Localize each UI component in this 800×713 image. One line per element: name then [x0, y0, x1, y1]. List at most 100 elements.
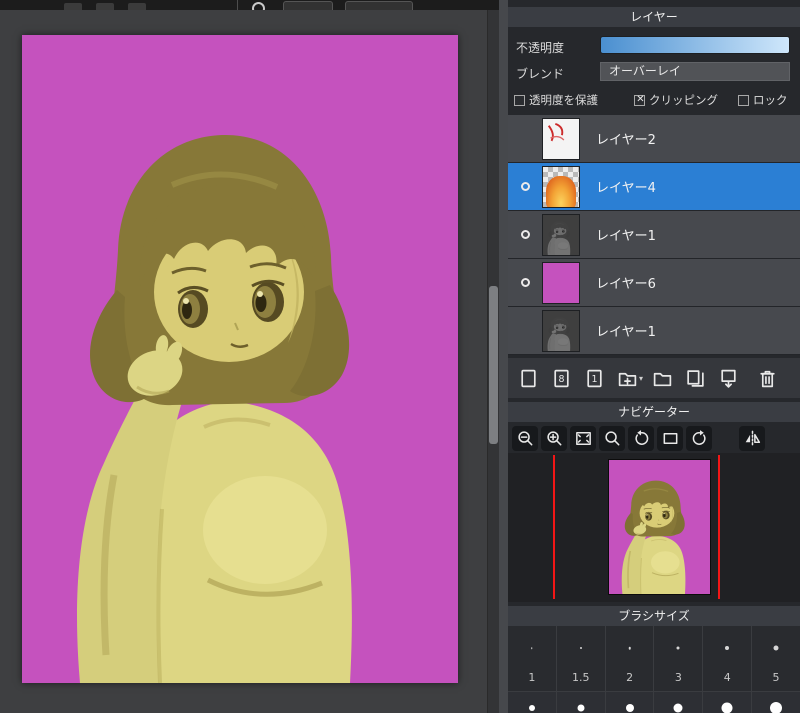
- layer-thumbnail[interactable]: [542, 261, 580, 304]
- viewport-frame-right-edge: [718, 455, 720, 599]
- rotate-right-button[interactable]: [686, 426, 712, 451]
- layer-name: レイヤー6: [596, 277, 656, 292]
- toolbar-button-partial[interactable]: [345, 1, 413, 10]
- scrollbar-thumb[interactable]: [489, 286, 498, 444]
- folder-button[interactable]: [649, 365, 676, 392]
- toolbar-icon-partial[interactable]: [96, 3, 114, 10]
- layer-list: レイヤー2 レイヤー4 レイヤー1 レイヤー6 レイヤー1: [508, 115, 800, 356]
- panel-splitter[interactable]: [499, 0, 508, 713]
- clipping-checkbox[interactable]: [634, 94, 646, 106]
- layer-toolbar: 8 1 ▾: [508, 358, 800, 398]
- brush-dot: [673, 703, 683, 713]
- blend-label: ブレンド: [516, 67, 565, 81]
- layer-thumbnail[interactable]: [542, 213, 580, 256]
- add-folder-button[interactable]: ▾: [614, 365, 643, 392]
- brush-dot: [625, 704, 634, 712]
- protect-alpha-checkbox[interactable]: [514, 94, 525, 106]
- brush-dot: [577, 704, 585, 712]
- orange-paint-blob: [546, 175, 576, 207]
- layer-thumbnail[interactable]: [542, 165, 580, 208]
- layer-row[interactable]: レイヤー2: [508, 115, 800, 163]
- chevron-down-icon: ▾: [639, 373, 644, 383]
- brush-size-cell[interactable]: 3: [654, 626, 704, 692]
- zoom-in-button[interactable]: [541, 426, 567, 451]
- brush-size-cell[interactable]: 5: [752, 626, 800, 692]
- layer-thumbnail[interactable]: [542, 309, 580, 352]
- brush-size-cell[interactable]: [605, 692, 655, 713]
- lock-checkbox-group[interactable]: ロック: [738, 92, 788, 108]
- layer-thumbnail[interactable]: [542, 117, 580, 160]
- layer-visibility-toggle[interactable]: [508, 278, 542, 287]
- viewport-frame-left-edge: [553, 455, 555, 599]
- layer-row[interactable]: レイヤー1: [508, 307, 800, 355]
- brush-size-label: 4: [723, 671, 731, 684]
- brush-size-grid: 1 1.5 2 3 4 5: [508, 626, 800, 713]
- brush-size-label: 1: [528, 671, 536, 684]
- info-icon[interactable]: [252, 2, 265, 10]
- brush-size-label: 5: [772, 671, 780, 684]
- brush-size-cell[interactable]: 4: [703, 626, 753, 692]
- protect-alpha-checkbox-group[interactable]: 透明度を保護: [514, 92, 598, 108]
- rotate-left-button[interactable]: [628, 426, 654, 451]
- brush-dot: [628, 646, 631, 650]
- toolbar-button-partial[interactable]: [283, 1, 333, 10]
- zoom-100-button[interactable]: [599, 426, 625, 451]
- canvas-viewport[interactable]: [0, 10, 487, 713]
- fit-window-button[interactable]: [570, 426, 596, 451]
- layer-row[interactable]: レイヤー4: [508, 163, 800, 211]
- canvas-artwork[interactable]: [22, 35, 458, 683]
- brush-size-label: 1.5: [571, 671, 590, 684]
- flip-horizontal-button[interactable]: [739, 426, 765, 451]
- toolbar-icon-partial[interactable]: [128, 3, 146, 10]
- brush-size-cell[interactable]: 1.5: [556, 626, 606, 692]
- brush-size-cell[interactable]: [752, 692, 800, 713]
- rotate-reset-button[interactable]: [657, 426, 683, 451]
- blend-mode-select[interactable]: オーバーレイ: [600, 62, 790, 81]
- layer-name: レイヤー1: [596, 229, 656, 244]
- top-toolbar: [0, 0, 508, 10]
- eye-icon: [520, 278, 530, 287]
- brush-dot: [773, 645, 779, 651]
- delete-layer-button[interactable]: [754, 365, 781, 392]
- new-8bit-layer-button[interactable]: 8: [548, 365, 575, 392]
- layer-name: レイヤー2: [596, 133, 656, 148]
- brush-dot: [725, 646, 730, 650]
- opacity-label: 不透明度: [516, 41, 565, 55]
- brush-size-cell[interactable]: [654, 692, 704, 713]
- new-layer-button[interactable]: [515, 365, 542, 392]
- svg-text:8: 8: [558, 374, 564, 385]
- brush-size-row: 1 1.5 2 3 4 5: [508, 626, 800, 692]
- brush-size-cell[interactable]: [508, 692, 557, 713]
- merge-down-button[interactable]: [715, 365, 742, 392]
- canvas-vertical-scrollbar[interactable]: [487, 10, 499, 713]
- navigator-toolbar: [508, 424, 800, 453]
- eye-icon: [520, 182, 530, 191]
- layer-visibility-toggle[interactable]: [508, 182, 542, 191]
- zoom-out-button[interactable]: [512, 426, 538, 451]
- brush-size-label: 3: [674, 671, 682, 684]
- paint-app-window: レイヤー 不透明度 ブレンド オーバーレイ 透明度を保護 クリッピング ロック: [0, 0, 800, 713]
- brush-dot: [579, 647, 582, 649]
- lock-checkbox[interactable]: [738, 94, 749, 106]
- clipping-checkbox-group[interactable]: クリッピング: [634, 92, 718, 108]
- brush-dot: [721, 702, 733, 713]
- opacity-slider[interactable]: [600, 36, 790, 54]
- layer-row[interactable]: レイヤー6: [508, 259, 800, 307]
- new-1bit-layer-button[interactable]: 1: [581, 365, 608, 392]
- brush-size-cell[interactable]: [703, 692, 753, 713]
- navigator-view[interactable]: [508, 453, 800, 602]
- layer-name: レイヤー1: [596, 325, 656, 340]
- brush-size-row: [508, 692, 800, 713]
- toolbar-icon-partial[interactable]: [64, 3, 82, 10]
- brush-size-cell[interactable]: 2: [605, 626, 655, 692]
- svg-text:1: 1: [591, 374, 597, 385]
- duplicate-layer-button[interactable]: [682, 365, 709, 392]
- navigator-thumbnail[interactable]: [608, 459, 711, 595]
- brush-size-cell[interactable]: [556, 692, 606, 713]
- right-dock-panel: レイヤー 不透明度 ブレンド オーバーレイ 透明度を保護 クリッピング ロック: [508, 0, 800, 713]
- brush-dot: [770, 702, 783, 713]
- layer-visibility-toggle[interactable]: [508, 230, 542, 239]
- layer-row[interactable]: レイヤー1: [508, 211, 800, 259]
- navigator-panel-header: ナビゲーター: [508, 402, 800, 422]
- brush-size-cell[interactable]: 1: [508, 626, 557, 692]
